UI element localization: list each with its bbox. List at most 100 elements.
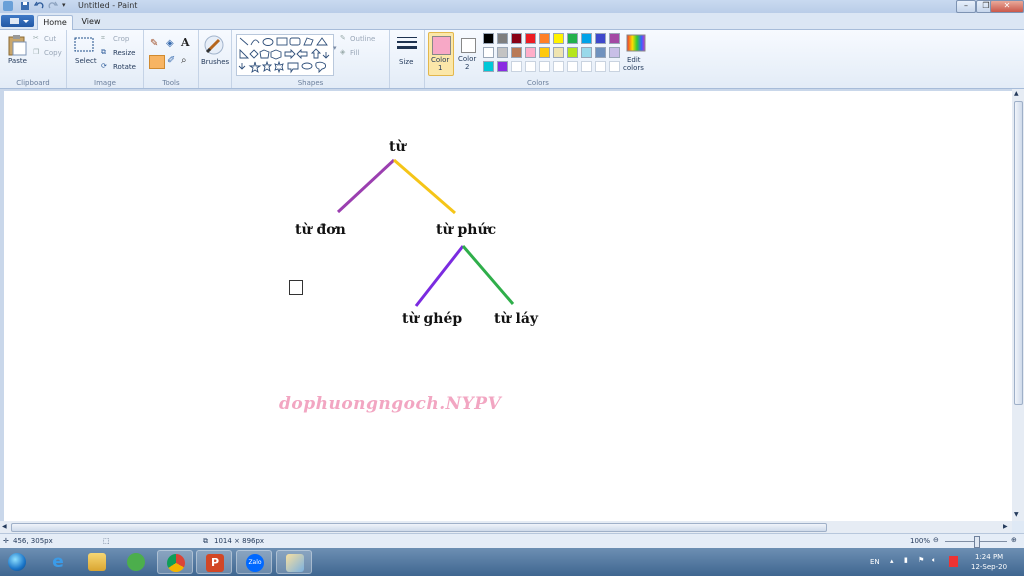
zoom-out-icon[interactable]: ⊖: [933, 536, 939, 544]
palette-swatch[interactable]: [483, 33, 494, 44]
word-child2: từ láy: [494, 311, 539, 327]
select-button[interactable]: Select: [73, 34, 99, 72]
zoom-slider-thumb[interactable]: [974, 536, 980, 548]
magnifier-icon[interactable]: ⌕: [181, 55, 187, 66]
crop-button[interactable]: ⌗ Crop: [101, 34, 139, 46]
minimize-button[interactable]: –: [956, 0, 976, 13]
rotate-button[interactable]: ⟳ Rotate: [101, 62, 141, 74]
start-button[interactable]: [2, 550, 32, 574]
shapes-scroll-icon[interactable]: ▾: [333, 44, 337, 52]
vertical-scrollbar[interactable]: ▲ ▼: [1012, 89, 1024, 521]
line-right-to-child1: [414, 245, 465, 307]
undo-icon[interactable]: [33, 1, 44, 11]
palette-swatch[interactable]: [609, 47, 620, 58]
vertical-scroll-thumb[interactable]: [1014, 101, 1023, 405]
cursor-position-icon: ✛: [3, 537, 9, 545]
palette-swatch[interactable]: [567, 61, 578, 72]
save-icon[interactable]: [20, 1, 30, 11]
clock-date[interactable]: 12-Sep-20: [971, 563, 1007, 571]
palette-swatch[interactable]: [567, 33, 578, 44]
palette-swatch[interactable]: [581, 47, 592, 58]
tab-view[interactable]: View: [78, 15, 104, 29]
brushes-button[interactable]: Brushes: [201, 34, 229, 74]
palette-swatch[interactable]: [539, 47, 550, 58]
cut-button[interactable]: ✂ Cut: [33, 34, 63, 46]
palette-swatch[interactable]: [525, 47, 536, 58]
tab-home[interactable]: Home: [37, 15, 73, 30]
palette-swatch[interactable]: [539, 61, 550, 72]
palette-swatch[interactable]: [511, 33, 522, 44]
palette-swatch[interactable]: [483, 47, 494, 58]
fill-dropdown[interactable]: ◈ Fill: [340, 48, 388, 60]
outline-dropdown[interactable]: ✎ Outline: [340, 34, 388, 46]
fill-bucket-icon[interactable]: ◈: [166, 38, 174, 49]
tools-group-label: Tools: [162, 79, 180, 87]
close-button[interactable]: ✕: [990, 0, 1024, 13]
clock-time[interactable]: 1:24 PM: [975, 553, 1003, 561]
taskbar-messenger[interactable]: [118, 550, 154, 574]
pencil-icon[interactable]: ✎: [150, 38, 158, 49]
color1-number: 1: [438, 64, 443, 72]
color1-button[interactable]: Color 1: [428, 32, 454, 76]
powerpoint-icon: P: [206, 554, 224, 572]
palette-swatch[interactable]: [497, 61, 508, 72]
paint-menu-button[interactable]: [1, 15, 34, 27]
taskbar-chrome[interactable]: [157, 550, 193, 574]
zoom-in-icon[interactable]: ⊕: [1011, 536, 1017, 544]
paint-app-icon[interactable]: [3, 1, 13, 11]
action-center-flag-icon[interactable]: ⚑: [918, 556, 924, 564]
palette-swatch[interactable]: [525, 61, 536, 72]
scroll-up-icon[interactable]: ▲: [1014, 90, 1019, 97]
shapes-gallery[interactable]: [236, 34, 334, 76]
palette-swatch[interactable]: [553, 61, 564, 72]
palette-swatch[interactable]: [581, 61, 592, 72]
palette-swatch[interactable]: [609, 61, 620, 72]
edit-colors-button[interactable]: Edit colors: [623, 34, 649, 74]
scroll-down-icon[interactable]: ▼: [1014, 511, 1019, 518]
scroll-left-icon[interactable]: ◀: [2, 523, 7, 530]
palette-swatch[interactable]: [553, 47, 564, 58]
palette-swatch[interactable]: [595, 61, 606, 72]
customize-quick-access-icon[interactable]: ▾: [62, 1, 72, 11]
show-hidden-icons-icon[interactable]: ▴: [890, 557, 894, 565]
palette-swatch[interactable]: [595, 33, 606, 44]
redo-icon[interactable]: [48, 1, 59, 11]
taskbar-zalo[interactable]: Zalo: [236, 550, 272, 574]
line-root-to-right: [393, 158, 456, 215]
palette-swatch[interactable]: [511, 47, 522, 58]
text-tool-icon[interactable]: A: [181, 36, 190, 49]
palette-swatch[interactable]: [595, 47, 606, 58]
color2-button[interactable]: Color 2: [456, 32, 480, 74]
eraser-icon[interactable]: [149, 55, 165, 69]
color-picker-icon[interactable]: ✐: [167, 55, 175, 66]
palette-swatch[interactable]: [553, 33, 564, 44]
size-button[interactable]: Size: [394, 34, 420, 74]
taskbar-paint[interactable]: [276, 550, 312, 574]
palette-swatch[interactable]: [525, 33, 536, 44]
paste-button[interactable]: Paste: [5, 34, 29, 72]
horizontal-scroll-thumb[interactable]: [11, 523, 827, 532]
scroll-right-icon[interactable]: ▶: [1003, 523, 1008, 530]
volume-icon[interactable]: 🔈︎: [932, 556, 936, 565]
resize-button[interactable]: ⧉ Resize: [101, 48, 139, 60]
small-square-shape[interactable]: [289, 280, 303, 295]
drawing-canvas[interactable]: từ từ đơn từ phức từ ghép từ láy dophuon…: [4, 91, 1012, 521]
antivirus-tray-icon[interactable]: [949, 556, 958, 567]
copy-button[interactable]: ❐ Copy: [33, 48, 63, 60]
language-indicator[interactable]: EN: [870, 558, 880, 566]
palette-swatch[interactable]: [497, 47, 508, 58]
network-icon[interactable]: ▮: [904, 556, 908, 564]
palette-swatch[interactable]: [539, 33, 550, 44]
image-group-label: Image: [94, 79, 116, 87]
horizontal-scrollbar[interactable]: ◀ ▶: [0, 521, 1012, 533]
taskbar-file-explorer[interactable]: [79, 550, 115, 574]
palette-swatch[interactable]: [497, 33, 508, 44]
palette-swatch[interactable]: [581, 33, 592, 44]
palette-swatch[interactable]: [567, 47, 578, 58]
taskbar-internet-explorer[interactable]: e: [40, 550, 76, 574]
scissors-icon: ✂: [33, 34, 39, 42]
palette-swatch[interactable]: [483, 61, 494, 72]
palette-swatch[interactable]: [609, 33, 620, 44]
taskbar-powerpoint[interactable]: P: [196, 550, 232, 574]
palette-swatch[interactable]: [511, 61, 522, 72]
